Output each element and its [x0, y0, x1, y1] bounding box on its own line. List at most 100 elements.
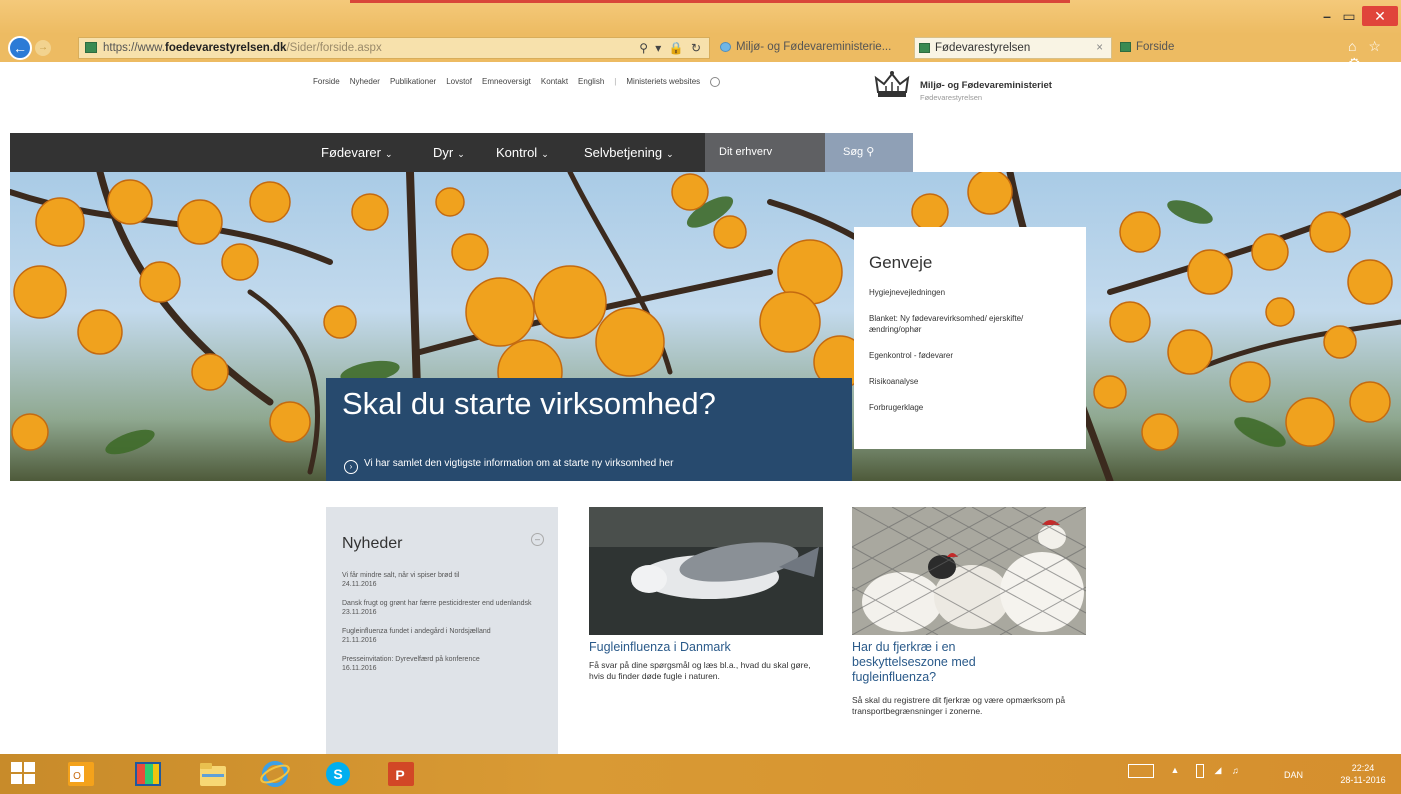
network-icon[interactable]: ◢	[1214, 765, 1221, 775]
language-indicator[interactable]: DAN	[1284, 770, 1303, 780]
crown-logo-icon[interactable]	[872, 70, 912, 100]
news-item[interactable]: Dansk frugt og grønt har færre pesticidr…	[342, 599, 544, 617]
utility-divider: |	[614, 77, 617, 86]
nav-item-selvbetjening[interactable]: Selvbetjening ⌄	[584, 133, 674, 172]
clock[interactable]: 22:24 28-11-2016	[1330, 762, 1396, 786]
tab-ministry[interactable]: Miljø- og Fødevareministerie...	[716, 37, 912, 59]
tab-foedevarestyrelsen[interactable]: Fødevarestyrelsen ×	[914, 37, 1112, 59]
shortcuts-panel: Genveje Hygiejnevejledningen Blanket: Ny…	[854, 227, 1086, 449]
news-item-date: 24.11.2016	[342, 581, 377, 588]
browser-right-icons[interactable]: ⌂ ☆ ⚙	[1348, 38, 1401, 72]
site-favicon-icon	[1120, 42, 1131, 52]
internet-explorer-icon[interactable]	[260, 760, 290, 788]
powerpoint-icon[interactable]: P	[386, 760, 416, 788]
minimize-button[interactable]: –	[1318, 6, 1336, 26]
windows-start-icon[interactable]	[11, 762, 37, 786]
tab-label: Miljø- og Fødevareministerie...	[736, 41, 892, 53]
utility-link-kontakt[interactable]: Kontakt	[541, 77, 568, 87]
utility-link-forside[interactable]: Forside	[313, 77, 340, 87]
search-button[interactable]: Søg ⚲	[825, 133, 913, 172]
card-text: Så skal du registrere dit fjerkræ og vær…	[852, 695, 1066, 716]
battery-icon[interactable]	[1195, 764, 1204, 778]
news-item-text: Fugleinfluenza fundet i andegård i Nords…	[342, 628, 491, 635]
site-favicon-icon	[85, 42, 97, 53]
news-item-date: 23.11.2016	[342, 609, 377, 616]
close-tab-icon[interactable]: ×	[1096, 38, 1103, 58]
hero-caption-box: Skal du starte virksomhed? › Vi har samle…	[326, 378, 852, 481]
skype-icon[interactable]: S	[323, 760, 353, 788]
chevron-up-icon[interactable]: ▲	[1171, 765, 1180, 775]
maximize-button[interactable]: ▭	[1340, 6, 1358, 26]
news-item[interactable]: Fugleinfluenza fundet i andegård i Nords…	[342, 627, 544, 645]
chevron-down-icon: ⌄	[541, 149, 549, 159]
hero-link[interactable]: › Vi har samlet den vigtigste information…	[344, 458, 673, 474]
shortcut-link[interactable]: Hygiejnevejledningen	[869, 287, 1071, 298]
shortcut-link[interactable]: Egenkontrol - fødevarer	[869, 350, 1071, 361]
clock-date: 28-11-2016	[1340, 775, 1386, 785]
nav-item-foedevarer[interactable]: Fødevarer ⌄	[321, 133, 393, 172]
logo-title[interactable]: Miljø- og Fødevareministeriet	[920, 80, 1052, 91]
hero-link-text: Vi har samlet den vigtigste information …	[364, 458, 674, 469]
shortcut-link[interactable]: Blanket: Ny fødevarevirksomhed/ ejerskif…	[869, 313, 1071, 335]
utility-nav: Forside Nyheder Publikationer Lovstof Em…	[313, 77, 721, 87]
card-title[interactable]: Har du fjerkræ i en beskyttelseszone med…	[852, 640, 1052, 685]
chevron-right-icon: ›	[344, 460, 358, 474]
nav-label: Selvbetjening	[584, 145, 663, 160]
card-text: Få svar på dine spørgsmål og læs bl.a., …	[589, 660, 811, 681]
logo-subtitle: Fødevarestyrelsen	[920, 93, 983, 102]
nav-item-dyr[interactable]: Dyr ⌄	[433, 133, 465, 172]
ie-page-icon	[720, 42, 731, 52]
media-icon[interactable]	[133, 760, 163, 788]
tab-label: Fødevarestyrelsen	[935, 42, 1031, 54]
nav-item-kontrol[interactable]: Kontrol ⌄	[496, 133, 549, 172]
file-explorer-icon[interactable]	[198, 760, 228, 788]
title-bar	[0, 0, 1401, 34]
utility-link-nyheder[interactable]: Nyheder	[350, 77, 380, 87]
site-favicon-icon	[919, 43, 930, 53]
utility-link-lovstof[interactable]: Lovstof	[446, 77, 472, 87]
keyboard-icon[interactable]	[1128, 764, 1154, 778]
news-item-text: Presseinvitation: Dyrevelfærd på konfere…	[342, 656, 480, 663]
tab-label: Forside	[1136, 41, 1175, 53]
outlook-icon[interactable]: O	[66, 760, 96, 788]
chevron-down-icon: ⌄	[457, 149, 465, 159]
news-item-text: Vi får mindre salt, når vi spiser brød t…	[342, 572, 460, 579]
utility-link-ministeriets-websites[interactable]: Ministeriets websites	[626, 77, 700, 87]
news-item[interactable]: Presseinvitation: Dyrevelfærd på konfere…	[342, 655, 544, 673]
news-item-text: Dansk frugt og grønt har færre pesticidr…	[342, 600, 532, 607]
tab-forside[interactable]: Forside	[1116, 37, 1316, 59]
system-tray[interactable]: ▲ ◢ ♫	[1128, 764, 1239, 778]
svg-text:O: O	[73, 771, 81, 782]
chevron-down-icon: ⌄	[666, 149, 674, 159]
dead-bird-image[interactable]	[589, 507, 823, 635]
poultry-image[interactable]	[852, 507, 1086, 635]
address-bar-icons[interactable]: ⚲ ▾ 🔒 ↻	[639, 38, 703, 58]
utility-link-english[interactable]: English	[578, 77, 604, 87]
volume-icon[interactable]: ♫	[1232, 765, 1239, 775]
utility-link-emneoversigt[interactable]: Emneoversigt	[482, 77, 531, 87]
back-button[interactable]: ←	[8, 36, 32, 60]
news-title: Nyheder	[342, 535, 403, 552]
svg-text:S: S	[333, 766, 342, 782]
search-label: Søg	[843, 146, 864, 158]
url-path: /Sider/forside.aspx	[286, 42, 382, 54]
shortcut-link[interactable]: Risikoanalyse	[869, 376, 1071, 387]
close-button[interactable]: ✕	[1362, 6, 1398, 26]
card-title[interactable]: Fugleinfluenza i Danmark	[589, 640, 823, 655]
expand-icon[interactable]	[710, 77, 721, 87]
collapse-icon[interactable]: –	[531, 533, 544, 546]
shortcut-link[interactable]: Forbrugerklage	[869, 402, 1071, 413]
nav-label: Fødevarer	[321, 145, 381, 160]
forward-button[interactable]: →	[35, 40, 51, 56]
utility-link-publikationer[interactable]: Publikationer	[390, 77, 436, 87]
address-bar[interactable]: https://www.foedevarestyrelsen.dk/Sider/…	[78, 37, 710, 59]
dit-erhverv-button[interactable]: Dit erhverv	[705, 133, 825, 172]
search-icon: ⚲	[866, 146, 875, 158]
nav-label: Kontrol	[496, 145, 538, 160]
url-prefix: https://www.	[103, 42, 165, 54]
news-panel: Nyheder – Vi får mindre salt, når vi spi…	[326, 507, 558, 754]
chevron-down-icon: ⌄	[384, 149, 393, 159]
news-item-date: 16.11.2016	[342, 665, 377, 672]
news-item[interactable]: Vi får mindre salt, når vi spiser brød t…	[342, 571, 544, 589]
hero-title: Skal du starte virksomhed?	[342, 386, 716, 421]
